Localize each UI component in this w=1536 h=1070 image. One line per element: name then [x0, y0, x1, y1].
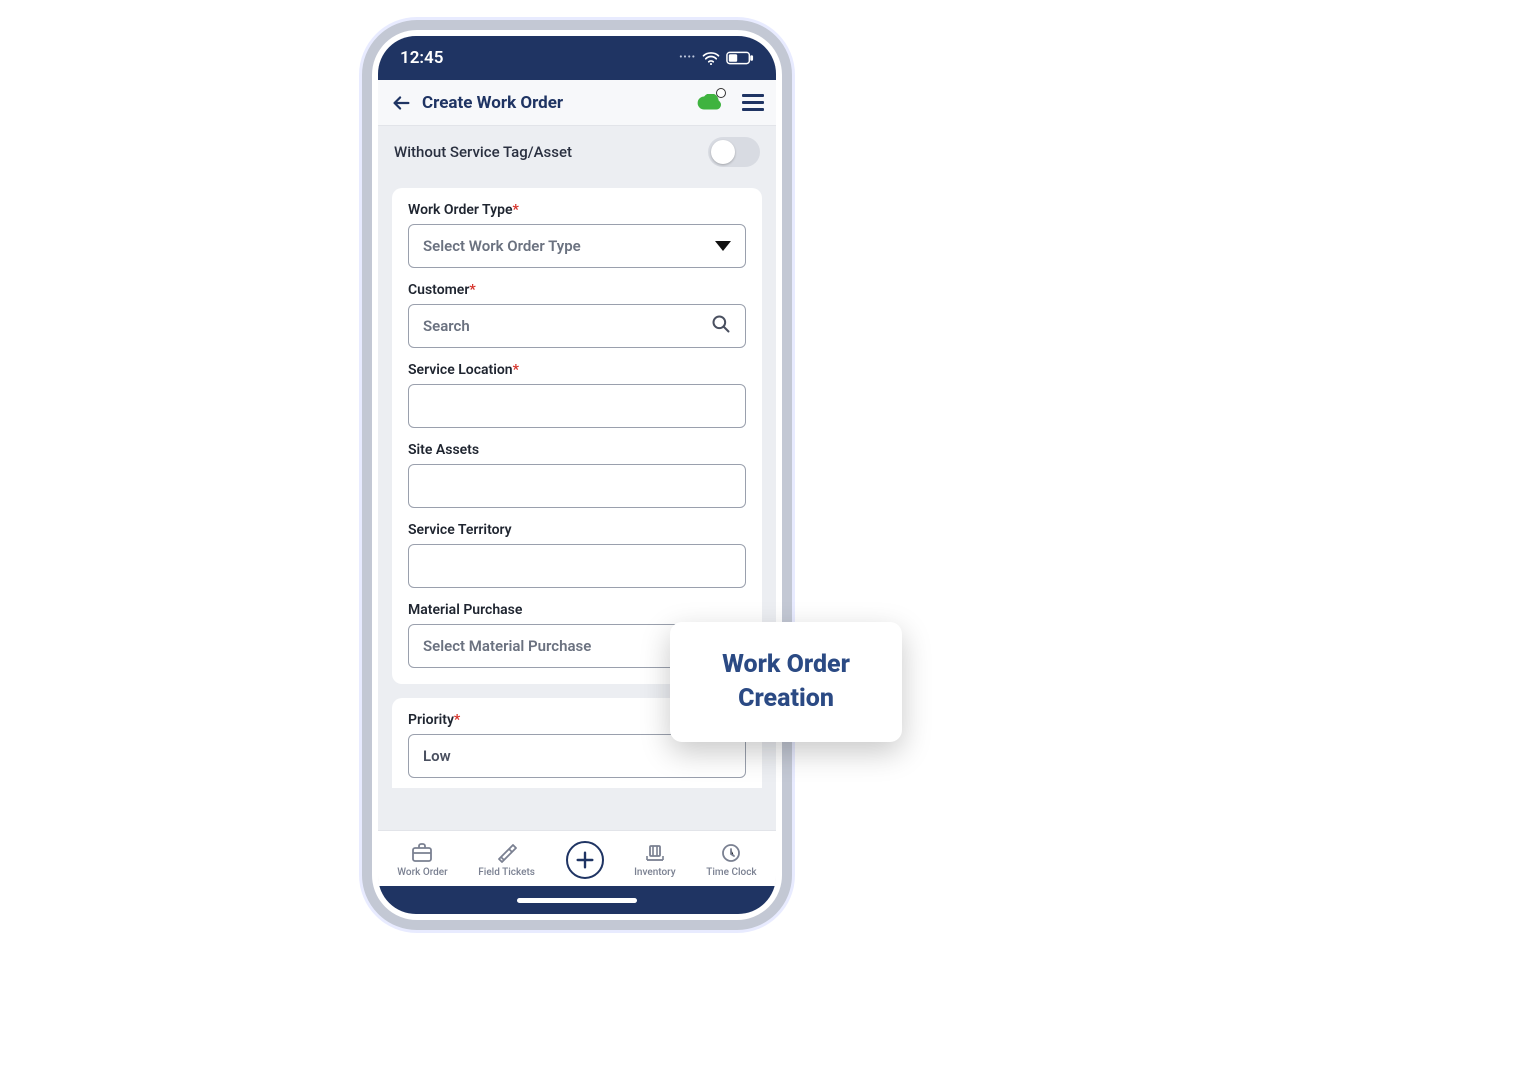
- phone-frame: 12:45 ••••: [362, 20, 792, 930]
- nav-field-tickets[interactable]: Field Tickets: [478, 841, 535, 878]
- wifi-icon: [702, 51, 720, 65]
- nav-inventory[interactable]: Inventory: [634, 841, 676, 878]
- back-button[interactable]: [390, 92, 412, 114]
- field-service-territory: Service Territory: [408, 522, 746, 588]
- phone-screen: 12:45 ••••: [378, 36, 776, 914]
- plus-icon: [574, 849, 596, 871]
- page-title: Create Work Order: [422, 93, 686, 113]
- chevron-down-icon: [715, 241, 731, 251]
- status-time: 12:45: [400, 48, 443, 68]
- field-label: Customer*: [408, 282, 746, 298]
- without-service-tag-toggle[interactable]: [708, 137, 760, 167]
- field-customer: Customer* Search: [408, 282, 746, 348]
- without-service-tag-row: Without Service Tag/Asset: [378, 126, 776, 178]
- field-work-order-type: Work Order Type* Select Work Order Type: [408, 202, 746, 268]
- input-placeholder: Search: [423, 317, 470, 335]
- site-assets-input[interactable]: [408, 464, 746, 508]
- nav-label: Work Order: [397, 867, 447, 878]
- sync-status-button[interactable]: [696, 91, 724, 115]
- field-site-assets: Site Assets: [408, 442, 746, 508]
- menu-line-icon: [742, 108, 764, 111]
- menu-line-icon: [742, 94, 764, 97]
- phone-button-notch: [782, 240, 788, 320]
- app-header: Create Work Order: [378, 80, 776, 126]
- field-label: Service Location*: [408, 362, 746, 378]
- field-label: Material Purchase: [408, 602, 746, 618]
- ticket-icon: [495, 841, 519, 865]
- footer-bar: [378, 886, 776, 914]
- callout-text: Work Order Creation: [688, 648, 884, 716]
- form-scroll[interactable]: Work Order Type* Select Work Order Type …: [378, 178, 776, 914]
- bottom-nav: Work Order Field Tickets Inventory Time …: [378, 830, 776, 886]
- field-label: Site Assets: [408, 442, 746, 458]
- select-value: Low: [423, 747, 451, 765]
- field-service-location: Service Location*: [408, 362, 746, 428]
- field-label: Work Order Type*: [408, 202, 746, 218]
- nav-label: Field Tickets: [478, 867, 535, 878]
- phone-button-notch: [782, 160, 788, 220]
- status-bar: 12:45 ••••: [378, 36, 776, 80]
- home-indicator[interactable]: [517, 898, 637, 903]
- select-placeholder: Select Material Purchase: [423, 637, 591, 655]
- work-order-type-select[interactable]: Select Work Order Type: [408, 224, 746, 268]
- notification-dot-icon: [716, 88, 726, 98]
- field-label: Service Territory: [408, 522, 746, 538]
- hamburger-menu-button[interactable]: [742, 94, 764, 111]
- status-right: ••••: [679, 51, 754, 65]
- battery-icon: [726, 51, 754, 65]
- nav-label: Time Clock: [706, 867, 756, 878]
- callout-card: Work Order Creation: [670, 622, 902, 742]
- clock-icon: [719, 841, 743, 865]
- form-card-main: Work Order Type* Select Work Order Type …: [392, 188, 762, 684]
- briefcase-icon: [410, 841, 434, 865]
- toggle-label: Without Service Tag/Asset: [394, 143, 572, 161]
- select-placeholder: Select Work Order Type: [423, 237, 581, 255]
- arrow-left-icon: [390, 92, 412, 114]
- menu-line-icon: [742, 101, 764, 104]
- search-icon: [711, 314, 731, 338]
- nav-label: Inventory: [634, 867, 676, 878]
- customer-search-input[interactable]: Search: [408, 304, 746, 348]
- nav-time-clock[interactable]: Time Clock: [706, 841, 756, 878]
- nav-add-button[interactable]: [566, 841, 604, 879]
- signal-dots-icon: ••••: [679, 53, 696, 63]
- nav-work-order[interactable]: Work Order: [397, 841, 447, 878]
- service-territory-input[interactable]: [408, 544, 746, 588]
- service-location-input[interactable]: [408, 384, 746, 428]
- inventory-icon: [643, 841, 667, 865]
